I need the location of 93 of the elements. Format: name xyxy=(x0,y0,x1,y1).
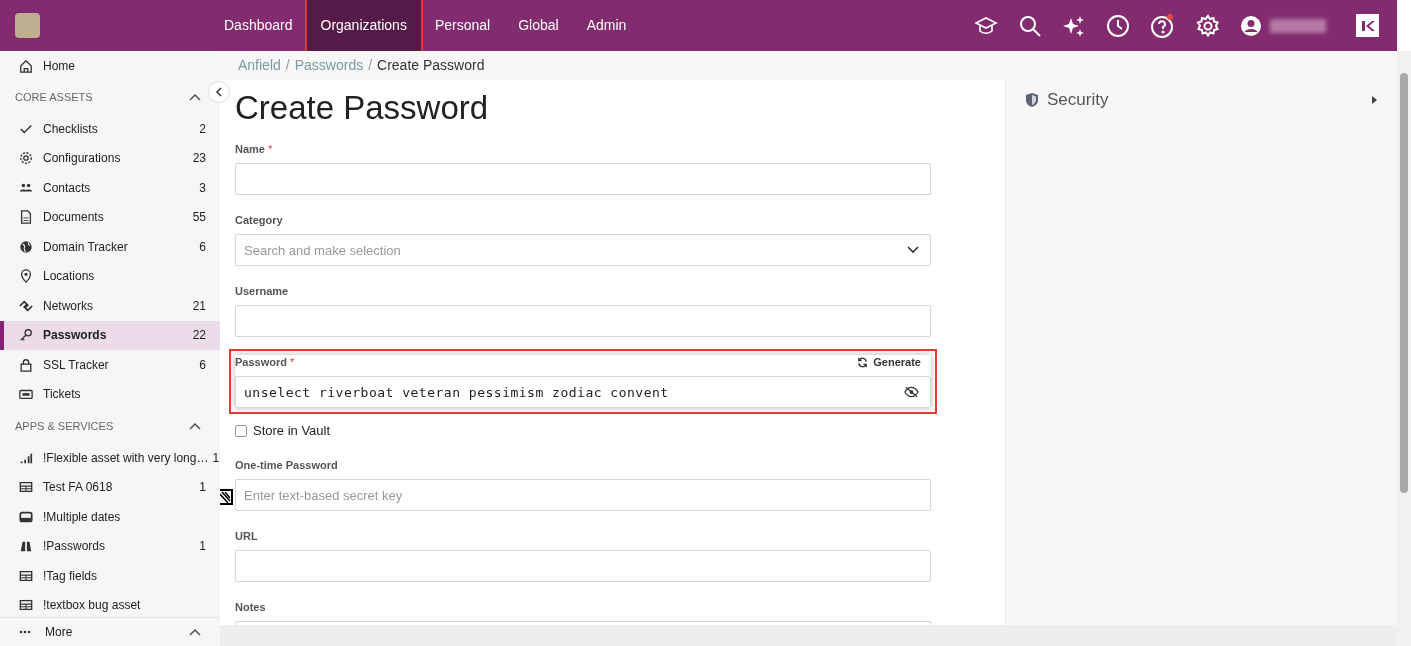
app-logo-icon[interactable] xyxy=(1356,14,1379,37)
refresh-icon xyxy=(857,357,869,368)
item-count: 1 xyxy=(198,538,206,556)
item-count: 23 xyxy=(191,150,206,168)
settings-icon[interactable] xyxy=(1196,13,1220,38)
more-link[interactable]: More xyxy=(45,623,73,641)
input-field[interactable] xyxy=(235,305,931,337)
sidebar-item[interactable]: Documents 55 xyxy=(0,202,220,232)
sidebar-item[interactable]: Configurations 23 xyxy=(0,143,220,173)
doc-icon xyxy=(19,210,33,225)
input-field[interactable]: Enter text-based secret key xyxy=(235,479,931,511)
checkbox[interactable] xyxy=(235,425,247,437)
item-count: 55 xyxy=(191,209,206,227)
nav-tab[interactable]: Admin xyxy=(572,0,641,51)
sidebar-item[interactable]: Test FA 0618 1 xyxy=(0,472,220,502)
collapse-caret-icon[interactable] xyxy=(189,628,201,636)
panel-title: Security xyxy=(1047,89,1109,111)
gear-icon xyxy=(19,151,33,166)
item-count: 2 xyxy=(198,120,206,138)
binoculars-icon xyxy=(19,539,33,554)
section-heading: CORE ASSETS xyxy=(15,90,93,106)
user-avatar-icon[interactable] xyxy=(1240,14,1262,37)
item-count: 21 xyxy=(191,297,206,315)
chevron-left-icon xyxy=(215,87,223,97)
page-title: Create Password xyxy=(235,88,490,128)
network-icon xyxy=(19,298,33,313)
clock-icon[interactable] xyxy=(1106,13,1130,38)
sidebar-item[interactable]: Checklists 2 xyxy=(0,114,220,144)
search-icon[interactable] xyxy=(1018,13,1042,38)
field-label: One-time Password xyxy=(235,458,338,474)
breadcrumb-separator: / xyxy=(368,56,373,75)
item-count: 1 xyxy=(198,479,206,497)
nav-tab[interactable]: Organizations xyxy=(306,0,421,51)
input-field[interactable] xyxy=(235,550,931,582)
extension-icon[interactable] xyxy=(220,489,233,505)
table-icon xyxy=(19,598,33,613)
field-label: Username xyxy=(235,284,289,300)
expand-caret-icon[interactable] xyxy=(1371,95,1377,104)
nav-tab[interactable]: Dashboard xyxy=(210,0,307,51)
item-count: 6 xyxy=(198,238,206,256)
required-mark: * xyxy=(267,142,273,158)
more-dots-icon xyxy=(19,630,31,634)
field-label: URL xyxy=(235,529,258,545)
collapse-caret-icon[interactable] xyxy=(189,94,201,101)
breadcrumb-separator: / xyxy=(285,56,290,75)
sidebar-item[interactable]: !textbox bug asset xyxy=(0,590,220,617)
nav-tab[interactable]: Global xyxy=(504,0,573,51)
item-count: 3 xyxy=(198,179,206,197)
table-icon xyxy=(19,480,33,495)
sidebar-item[interactable]: Contacts 3 xyxy=(0,173,220,203)
lock-icon xyxy=(19,357,33,372)
home-icon xyxy=(19,58,33,73)
item-count: 22 xyxy=(191,327,206,345)
item-count: 1 xyxy=(211,449,220,467)
sidebar-item[interactable]: !Passwords 1 xyxy=(0,531,220,561)
shield-icon xyxy=(1025,91,1039,108)
hide-password-icon[interactable] xyxy=(904,386,919,398)
graduation-cap-icon[interactable] xyxy=(974,14,998,37)
input-field[interactable] xyxy=(235,163,931,195)
ticket-icon xyxy=(19,387,33,402)
checkbox-label: Store in Vault xyxy=(253,422,331,441)
sidebar-item[interactable]: Tickets xyxy=(0,379,220,409)
table-icon xyxy=(19,568,33,583)
dropdown-caret-icon[interactable] xyxy=(907,246,919,254)
select-field[interactable]: Search and make selection xyxy=(235,234,931,266)
sidebar-item[interactable]: Locations xyxy=(0,261,220,291)
pin-icon xyxy=(19,269,33,284)
field-label: Category xyxy=(235,213,283,229)
sidebar-item[interactable]: Passwords 22 xyxy=(0,320,220,350)
sidebar-item[interactable]: !Flexible asset with very long… 1 xyxy=(0,443,220,473)
sidebar-item[interactable]: Networks 21 xyxy=(0,291,220,321)
generate-button[interactable]: Generate xyxy=(857,354,921,371)
globe-icon xyxy=(19,239,33,254)
sidebar-item[interactable]: Domain Tracker 6 xyxy=(0,232,220,262)
breadcrumb-current: Create Password xyxy=(377,56,485,75)
sidebar-item[interactable]: Home xyxy=(0,51,220,80)
nav-tab[interactable]: Personal xyxy=(420,0,505,51)
required-mark: * xyxy=(289,355,295,371)
item-count: 6 xyxy=(198,356,206,374)
sidebar-item[interactable]: SSL Tracker 6 xyxy=(0,350,220,380)
collapse-caret-icon[interactable] xyxy=(189,423,201,430)
field-label: Notes xyxy=(235,600,266,616)
redacted-username xyxy=(1270,18,1326,33)
field-label: Name xyxy=(235,142,265,158)
inbox-icon xyxy=(19,509,33,524)
help-icon[interactable] xyxy=(1150,12,1176,39)
sidebar-item[interactable]: !Tag fields xyxy=(0,561,220,591)
section-heading: APPS & SERVICES xyxy=(15,419,114,435)
sidebar-item[interactable]: !Multiple dates xyxy=(0,502,220,532)
field-label: Password xyxy=(235,355,287,371)
scrollbar[interactable] xyxy=(1397,51,1411,646)
key-icon xyxy=(19,328,33,343)
password-field[interactable]: unselect riverboat veteran pessimism zodiac convent xyxy=(235,376,931,408)
